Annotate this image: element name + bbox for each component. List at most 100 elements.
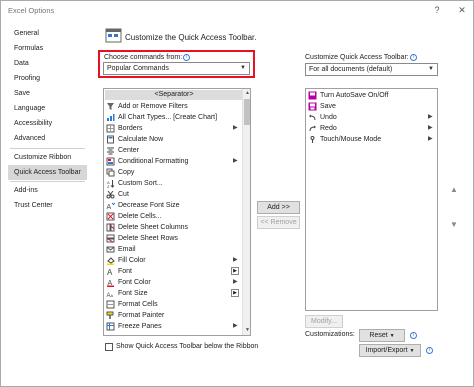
import-export-button[interactable]: Import/Export ▼ (359, 344, 421, 357)
center-align-icon (107, 147, 114, 155)
scroll-thumb[interactable] (244, 99, 250, 125)
chevron-down-icon: ▼ (389, 333, 395, 339)
reset-button[interactable]: Reset ▼ (359, 329, 405, 342)
delete-columns-icon (106, 223, 115, 232)
chevron-down-icon: ▼ (428, 66, 434, 72)
command-item-row[interactable]: Delete Cells... (104, 211, 242, 222)
toolbar-item-row[interactable]: Turn AutoSave On/Off (306, 90, 437, 101)
modify-button[interactable]: Modify... (305, 315, 343, 328)
submenu-box-icon: ▶ (231, 289, 239, 297)
command-item-row[interactable]: Fill Color ▶ (104, 255, 242, 266)
command-item-row[interactable]: Add or Remove Filters (104, 101, 242, 112)
toolbar-item-row[interactable]: Touch/Mouse Mode ▶ (306, 134, 437, 145)
add-button[interactable]: Add >> (257, 201, 300, 214)
filter-icon (107, 103, 114, 110)
command-item-row[interactable]: A Z Custom Sort... (104, 178, 242, 189)
nav-item-save[interactable]: Save (8, 86, 87, 101)
toolbar-item-row[interactable]: Save (306, 101, 437, 112)
delete-cells-icon (106, 212, 115, 221)
command-item-row[interactable]: Borders ▶ (104, 123, 242, 134)
command-item-row[interactable]: Email (104, 244, 242, 255)
import-export-button-label: Import/Export (365, 347, 408, 354)
modify-button-label: Modify... (311, 318, 337, 325)
command-item-row[interactable]: All Chart Types... [Create Chart] (104, 112, 242, 123)
nav-item-general[interactable]: General (8, 26, 87, 41)
show-below-ribbon-label: Show Quick Access Toolbar below the Ribb… (116, 343, 259, 350)
command-item-row[interactable]: Delete Sheet Rows (104, 233, 242, 244)
command-item-label: Fill Color (118, 257, 146, 264)
decrease-font-icon: A (107, 202, 115, 210)
separator-item[interactable]: <Separator> (105, 90, 243, 100)
autosave-icon (308, 91, 317, 100)
remove-button[interactable]: << Remove (257, 216, 300, 229)
scroll-down-icon[interactable]: ▼ (243, 326, 250, 335)
move-down-icon[interactable]: ▼ (450, 220, 458, 229)
command-item-row[interactable]: Format Cells (104, 299, 242, 310)
command-item-label: Center (118, 147, 140, 154)
nav-item-data[interactable]: Data (8, 56, 87, 71)
chevron-down-icon: ▼ (240, 65, 246, 71)
choose-commands-dropdown[interactable]: Popular Commands ▼ (103, 62, 250, 75)
toolbar-item-row[interactable]: Undo ▶ (306, 112, 437, 123)
command-item-label: Font Size (118, 290, 148, 297)
command-item-row[interactable]: A A Font Size ▶ (104, 288, 242, 299)
toolbar-item-label: Undo (320, 114, 337, 121)
command-item-row[interactable]: Conditional Formatting ▶ (104, 156, 242, 167)
submenu-arrow-icon: ▶ (233, 257, 238, 263)
scroll-up-icon[interactable]: ▲ (243, 89, 250, 98)
command-item-label: Conditional Formatting (118, 158, 189, 165)
command-item-label: Custom Sort... (118, 180, 163, 187)
command-item-row[interactable]: Calculate Now (104, 134, 242, 145)
svg-text:A: A (107, 268, 113, 276)
nav-item-add-ins[interactable]: Add-ins (8, 183, 87, 198)
toolbar-item-label: Turn AutoSave On/Off (320, 92, 389, 99)
customize-toolbar-dropdown[interactable]: For all documents (default) ▼ (305, 63, 438, 76)
commands-scrollbar[interactable]: ▲ ▼ (242, 89, 250, 335)
nav-item-customize-ribbon[interactable]: Customize Ribbon (8, 150, 87, 165)
move-up-icon[interactable]: ▲ (450, 185, 458, 194)
customize-toolbar-label: Customize Quick Access Toolbar: i (305, 54, 417, 61)
toolbar-items-list[interactable]: Turn AutoSave On/Off Save Undo ▶ Redo ▶ Touch/… (305, 88, 438, 311)
choose-commands-value: Popular Commands (107, 65, 169, 72)
nav-item-quick-access-toolbar[interactable]: Quick Access Toolbar (8, 165, 87, 180)
help-button[interactable]: ? (431, 4, 443, 16)
command-item-label: Decrease Font Size (118, 202, 180, 209)
nav-item-proofing[interactable]: Proofing (8, 71, 87, 86)
nav-item-language[interactable]: Language (8, 101, 87, 116)
command-item-row[interactable]: Copy (104, 167, 242, 178)
submenu-arrow-icon: ▶ (233, 125, 238, 131)
nav-item-accessibility[interactable]: Accessibility (8, 116, 87, 131)
command-item-row[interactable]: Delete Sheet Columns (104, 222, 242, 233)
command-item-row[interactable]: Center (104, 145, 242, 156)
command-item-label: Font Color (118, 279, 151, 286)
command-item-row[interactable]: Format Painter (104, 310, 242, 321)
nav-item-formulas[interactable]: Formulas (8, 41, 87, 56)
command-item-row[interactable]: A Decrease Font Size (104, 200, 242, 211)
page-heading: Customize the Quick Access Toolbar. (125, 33, 257, 42)
chart-icon (107, 114, 115, 121)
nav-item-advanced[interactable]: Advanced (8, 131, 87, 146)
toolbar-item-label: Save (320, 103, 336, 110)
command-item-row[interactable]: Freeze Panes ▶ (104, 321, 242, 332)
command-item-row[interactable]: A Font ▶ (104, 266, 242, 277)
info-icon: i (409, 54, 417, 61)
delete-rows-icon (106, 234, 115, 243)
nav-item-trust-center[interactable]: Trust Center (8, 198, 87, 213)
submenu-arrow-icon: ▶ (428, 136, 433, 142)
close-button[interactable]: ✕ (456, 4, 468, 16)
command-item-row[interactable]: Cut (104, 189, 242, 200)
toolbar-item-row[interactable]: Redo ▶ (306, 123, 437, 134)
command-item-label: All Chart Types... [Create Chart] (118, 114, 218, 121)
commands-list[interactable]: <Separator> Add or Remove Filters All Cha… (103, 88, 251, 336)
submenu-arrow-icon: ▶ (233, 279, 238, 285)
nav-divider (10, 148, 85, 149)
submenu-arrow-icon: ▶ (233, 158, 238, 164)
format-cells-icon (106, 300, 115, 309)
command-item-label: Font (118, 268, 133, 275)
command-item-row[interactable]: A Font Color ▶ (104, 277, 242, 288)
show-below-ribbon-checkbox[interactable] (105, 343, 113, 351)
font-size-icon: AA (107, 293, 114, 298)
font-icon: A (107, 268, 113, 276)
command-item-label: Email (118, 246, 136, 253)
font-color-icon: A (107, 280, 114, 287)
